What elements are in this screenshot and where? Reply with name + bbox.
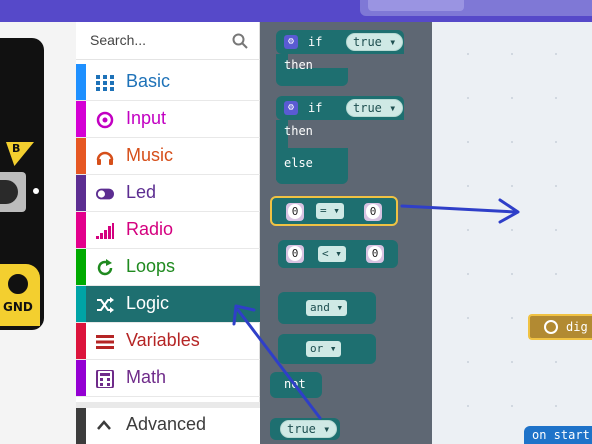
category-label: Math [126,367,167,387]
and-block[interactable]: and ▾ [278,292,376,324]
refresh-icon [97,259,113,276]
editor-toggle-tab[interactable] [368,0,464,11]
and-label: and [310,301,330,314]
if-then-else-block[interactable]: ⚙ if true ▾ then else [276,96,404,184]
true-value: true [287,422,316,436]
and-dropdown[interactable]: and ▾ [306,300,348,316]
number-input[interactable]: 0 [364,203,382,221]
microbit-board: B GND [0,38,44,330]
signal-icon [96,223,114,239]
digital-block[interactable]: dig [528,314,592,340]
search-icon[interactable] [232,33,248,49]
category-label: Music [126,145,174,165]
number-value: 0 [366,204,380,219]
category-input[interactable]: Input [76,101,260,138]
category-variables[interactable]: Variables [76,323,260,360]
if-then-block[interactable]: ⚙ if true ▾ then [276,30,404,86]
headphones-icon [96,151,114,165]
category-label: Radio [126,219,174,239]
true-dropdown[interactable]: true ▾ [280,420,338,438]
button-b[interactable] [0,172,26,212]
category-radio[interactable]: Radio [76,212,260,249]
calculator-icon [96,370,114,388]
category-advanced[interactable]: Advanced [76,402,260,444]
search-box[interactable]: Search... [76,22,260,60]
category-label: Logic [126,293,170,313]
category-label: Variables [126,330,200,350]
not-label: not [284,377,306,391]
search-input[interactable]: Search... [90,32,146,48]
list-icon [96,335,114,349]
not-block[interactable]: not [270,372,322,398]
category-label: Advanced [126,414,207,434]
on-start-label: on start [532,428,590,442]
operator-dropdown[interactable]: = ▾ [316,203,344,219]
block-flyout: ⚙ if true ▾ then ⚙ if true ▾ then else 0… [260,22,432,444]
or-label: or [310,342,324,355]
category-logic[interactable]: Logic [76,286,260,323]
number-value: 0 [288,204,302,219]
led-dot [33,188,39,194]
gear-icon[interactable]: ⚙ [284,35,298,49]
operator-dropdown[interactable]: < ▾ [318,246,346,262]
target-icon [96,111,114,129]
number-value: 0 [288,246,302,261]
category-music[interactable]: Music [76,138,260,175]
gear-icon[interactable]: ⚙ [284,101,298,115]
category-label: Led [126,182,157,202]
workspace[interactable] [432,22,592,444]
then-label: then [284,124,313,138]
category-label: Input [126,108,167,128]
editor-toggle[interactable] [360,0,592,16]
number-input[interactable]: 0 [366,245,384,263]
category-label: Basic [126,71,171,91]
category-loops[interactable]: Loops [76,249,260,286]
then-label: then [284,58,313,72]
operator-value: < [322,247,329,260]
button-b-label: B [12,142,21,155]
simulator-panel: B GND [0,22,76,444]
category-basic[interactable]: Basic [76,64,260,101]
else-label: else [284,156,313,170]
compare-equal-block[interactable]: 0 = ▾ 0 [270,196,398,226]
shuffle-icon [97,297,114,313]
number-value: 0 [368,246,382,261]
operator-value: = [320,204,327,217]
digital-label: dig [566,320,588,334]
toggle-icon [96,188,114,200]
gnd-pin[interactable] [0,264,40,326]
toolbox: Search... Basic Input Music Led Radio Lo… [76,22,260,444]
pin-icon [544,320,558,334]
top-bar [0,0,592,22]
if-label: if [308,35,323,49]
or-block[interactable]: or ▾ [278,334,376,364]
condition-dropdown[interactable]: true ▾ [346,99,404,117]
grid-icon [96,75,114,91]
category-label: Loops [126,256,176,276]
or-dropdown[interactable]: or ▾ [306,341,341,357]
number-input[interactable]: 0 [286,245,304,263]
condition-value: true [353,101,382,115]
chevron-up-icon [97,420,111,430]
gnd-label: GND [3,300,33,314]
condition-value: true [353,35,382,49]
on-start-block[interactable]: on start [524,426,592,444]
if-label: if [308,101,323,115]
true-block[interactable]: true ▾ [270,418,340,440]
condition-dropdown[interactable]: true ▾ [346,33,404,51]
category-led[interactable]: Led [76,175,260,212]
category-math[interactable]: Math [76,360,260,397]
compare-less-block[interactable]: 0 < ▾ 0 [278,240,398,268]
number-input[interactable]: 0 [286,203,304,221]
